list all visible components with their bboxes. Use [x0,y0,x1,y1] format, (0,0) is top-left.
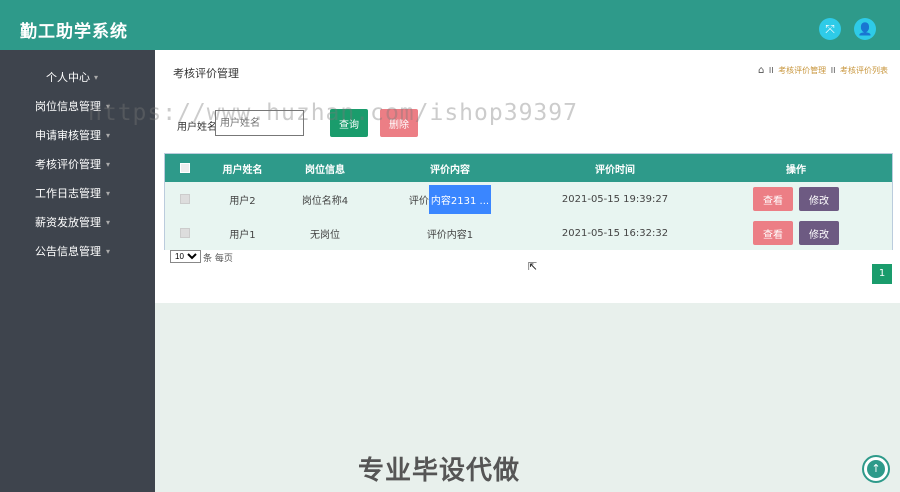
sidebar-item-work-log[interactable]: 工作日志管理 ▾ [0,184,155,204]
sidebar-item-evaluation[interactable]: 考核评价管理 ▾ [0,155,155,175]
user-icon[interactable]: 👤 [854,18,876,40]
sidebar-item-label: 考核评价管理 [35,158,101,171]
table-row: 用户1 无岗位 评价内容1 2021-05-15 16:32:32 查看 修改 [165,216,892,250]
page-size-select[interactable]: 10 [170,250,201,263]
watermark-text: https://www.huzhan.com/ishop39397 [88,100,578,126]
top-bar: 勤工助学系统 ⤧ 👤 [0,0,900,50]
row-checkbox[interactable] [180,228,190,238]
arrow-up-icon: ↑ [867,460,885,478]
row-checkbox[interactable] [180,194,190,204]
column-header-time: 评价时间 [595,164,635,176]
promo-text: 专业毕设代做 [358,456,521,486]
cell-position: 无岗位 [310,229,340,241]
breadcrumb-separator: II [830,66,836,75]
scroll-to-top-button[interactable]: ↑ [862,455,890,483]
column-header-name: 用户姓名 [222,164,263,176]
sidebar-item-application-review[interactable]: 申请审核管理 ▾ [0,126,155,146]
cell-content-text: 评价 [408,195,429,207]
chevron-down-icon: ▾ [106,160,111,169]
cell-time: 2021-05-15 19:39:27 [561,193,669,205]
page-number-button[interactable]: 1 [872,264,892,284]
breadcrumb-item: 考核评价列表 [840,66,888,75]
sidebar-item-label: 公告信息管理 [35,245,101,258]
select-all-checkbox[interactable] [180,163,190,173]
sidebar-item-label: 薪资发放管理 [35,216,101,229]
sidebar-item-label: 工作日志管理 [35,187,101,200]
chevron-down-icon: ▾ [106,218,111,227]
column-header-ops: 操作 [786,164,806,176]
chevron-down-icon: ▾ [106,189,111,198]
selected-text: 内容2131 ... [428,184,492,214]
table-header: 用户姓名 岗位信息 评价内容 评价时间 操作 [165,154,892,182]
cell-name: 用户1 [229,229,256,241]
column-header-content: 评价内容 [430,164,470,176]
chevron-down-icon: ▾ [94,73,99,82]
breadcrumb-item[interactable]: 考核评价管理 [778,66,826,75]
evaluation-table: 用户姓名 岗位信息 评价内容 评价时间 操作 用户2 岗位名称4 评价 内容213… [164,153,893,250]
sidebar-item-salary[interactable]: 薪资发放管理 ▾ [0,213,155,233]
cell-name: 用户2 [229,195,256,207]
breadcrumb-separator: II [768,66,774,75]
cell-position: 岗位名称4 [301,195,349,207]
cell-content: 评价内容1 [426,229,474,241]
sidebar-item-label: 个人中心 [46,71,90,84]
page-title: 考核评价管理 [173,67,239,80]
sidebar-item-announcement[interactable]: 公告信息管理 ▾ [0,242,155,262]
mouse-cursor-icon: ⇱ [528,260,538,273]
app-title: 勤工助学系统 [20,22,128,42]
chevron-down-icon: ▾ [106,131,111,140]
home-icon[interactable]: ⌂ [758,65,764,76]
cell-time: 2021-05-15 16:32:32 [561,227,669,239]
page-size-label: 条 每页 [203,254,233,264]
table-row: 用户2 岗位名称4 评价 内容2131 ... 2021-05-15 19:39:… [165,182,892,216]
sidebar-item-label: 申请审核管理 [35,129,101,142]
edit-button[interactable]: 修改 [799,187,839,211]
sidebar-item-personal-center[interactable]: 个人中心 ▾ [0,68,155,88]
breadcrumb: ⌂ II 考核评价管理 II 考核评价列表 [758,65,888,76]
view-button[interactable]: 查看 [753,187,793,211]
cell-content: 评价 内容2131 ... [370,182,530,216]
column-header-position: 岗位信息 [305,164,345,176]
view-button[interactable]: 查看 [753,221,793,245]
fullscreen-icon[interactable]: ⤧ [819,18,841,40]
chevron-down-icon: ▾ [106,247,111,256]
edit-button[interactable]: 修改 [799,221,839,245]
